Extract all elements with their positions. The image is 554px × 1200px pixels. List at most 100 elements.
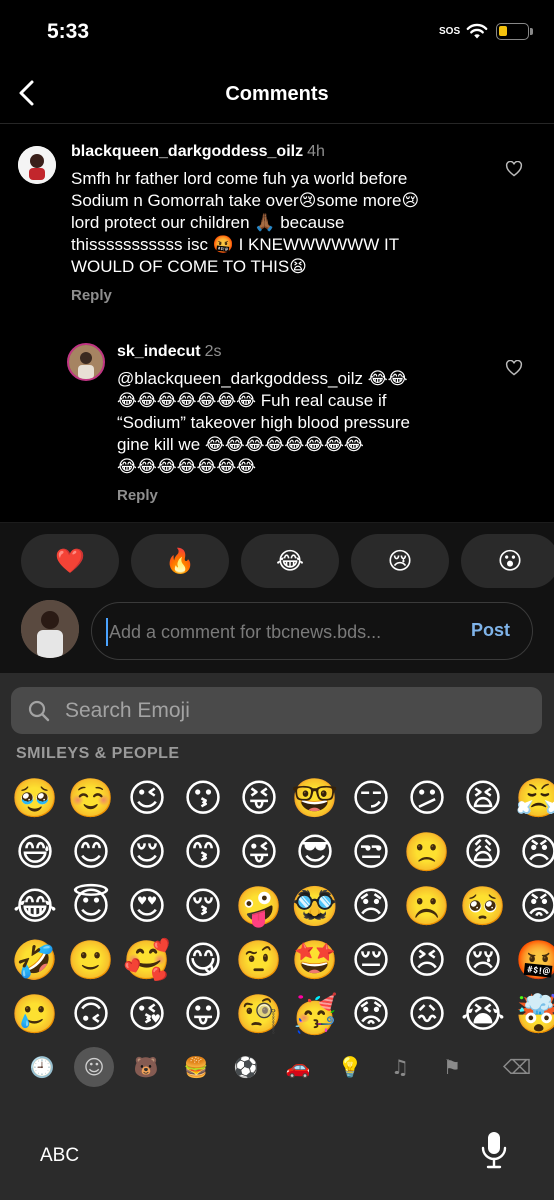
emoji-key[interactable]: 😕 (399, 771, 455, 825)
status-time: 5:33 (47, 20, 90, 43)
nav-bar: Comments (0, 62, 554, 124)
quick-reaction-laugh[interactable]: 😂 (241, 534, 339, 588)
like-heart-icon[interactable] (505, 360, 523, 376)
avatar[interactable] (18, 146, 56, 184)
quick-reaction-wow[interactable]: 😮 (461, 534, 554, 588)
comment-text: Smfh hr father lord come fuh ya world be… (71, 168, 491, 278)
emoji-key[interactable]: 😋 (175, 933, 231, 987)
animals-icon[interactable]: 🐻 (126, 1047, 166, 1087)
travel-icon[interactable]: 🚗 (278, 1047, 318, 1087)
emoji-key[interactable]: 🤨 (231, 933, 287, 987)
emoji-key[interactable]: 😍 (119, 879, 175, 933)
comment-timestamp: 4h (307, 143, 325, 160)
like-heart-icon[interactable] (505, 161, 523, 177)
comment-timestamp: 2s (204, 343, 222, 360)
emoji-key[interactable]: 😂 (7, 879, 63, 933)
emoji-key[interactable]: 😣 (399, 933, 455, 987)
emoji-key[interactable]: 🤩 (287, 933, 343, 987)
avatar-image (21, 600, 79, 658)
emoji-key[interactable]: 😤 (511, 771, 554, 825)
emoji-key[interactable]: 😫 (455, 771, 511, 825)
emoji-key[interactable]: 🤪 (231, 879, 287, 933)
emoji-key[interactable]: 🙃 (63, 987, 119, 1041)
emoji-key[interactable]: 😝 (231, 771, 287, 825)
emoji-key[interactable]: 😒 (343, 825, 399, 879)
emoji-key[interactable]: 😉 (119, 771, 175, 825)
emoji-key[interactable]: 😇 (63, 879, 119, 933)
emoji-key[interactable]: 😅 (7, 825, 63, 879)
emoji-key[interactable]: 🥺 (455, 879, 511, 933)
emoji-key[interactable]: 😩 (455, 825, 511, 879)
emoji-key[interactable]: 😎 (287, 825, 343, 879)
activity-icon[interactable]: ⚽ (226, 1047, 266, 1087)
emoji-key[interactable]: 😊 (63, 825, 119, 879)
emoji-key[interactable]: 🥸 (287, 879, 343, 933)
emoji-key[interactable]: 😘 (119, 987, 175, 1041)
avatar[interactable] (67, 343, 105, 381)
emoji-key[interactable]: ☹️ (399, 879, 455, 933)
emoji-key[interactable]: 😙 (175, 825, 231, 879)
reply-button[interactable]: Reply (117, 487, 158, 504)
backspace-icon[interactable]: ⌫ (497, 1047, 537, 1087)
emoji-key[interactable]: 🥹 (7, 771, 63, 825)
search-placeholder: Search Emoji (65, 699, 190, 722)
avatar-image (69, 345, 103, 379)
emoji-key[interactable]: 😞 (343, 879, 399, 933)
emoji-key[interactable]: 😖 (399, 987, 455, 1041)
emoji-key[interactable]: 😏 (343, 771, 399, 825)
emoji-key[interactable]: 😔 (343, 933, 399, 987)
emoji-key[interactable]: 😭 (455, 987, 511, 1041)
emoji-key[interactable]: 😠 (511, 825, 554, 879)
quick-reaction-heart[interactable]: ❤️ (21, 534, 119, 588)
emoji-key[interactable]: 😛 (175, 987, 231, 1041)
comment-username[interactable]: blackqueen_darkgoddess_oilz (71, 143, 303, 160)
objects-icon[interactable]: 💡 (330, 1047, 370, 1087)
emoji-key[interactable]: 😌 (119, 825, 175, 879)
comment-header: blackqueen_darkgoddess_oilz 4h (71, 143, 325, 161)
emoji-key[interactable]: 🧐 (231, 987, 287, 1041)
emoji-key[interactable]: 🥰 (119, 933, 175, 987)
quick-reaction-fire[interactable]: 🔥 (131, 534, 229, 588)
emoji-category-bar: 🕘 ☺ 🐻 🍔 ⚽ 🚗 💡 ♫ ⚑ ⌫ (0, 1043, 554, 1093)
avatar-image (18, 146, 56, 184)
comment-line: Sodium n Gomorrah take over😢some more😢 (71, 191, 420, 210)
comment-input[interactable] (109, 620, 429, 644)
food-icon[interactable]: 🍔 (176, 1047, 216, 1087)
flags-icon[interactable]: ⚑ (432, 1047, 472, 1087)
emoji-key[interactable]: 🥳 (287, 987, 343, 1041)
smileys-icon[interactable]: ☺ (74, 1047, 114, 1087)
comment-line: Smfh hr father lord come fuh ya world be… (71, 169, 408, 188)
emoji-key[interactable]: 😢 (455, 933, 511, 987)
current-user-avatar (21, 600, 79, 658)
comment-text: @blackqueen_darkgoddess_oilz 😂😂 😂😂😂😂😂😂😂 … (117, 368, 497, 478)
comment-line: gine kill we 😂😂😂😂😂😂😂😂 (117, 435, 364, 454)
reply-button[interactable]: Reply (71, 287, 112, 304)
symbols-icon[interactable]: ♫ (380, 1047, 420, 1087)
abc-key[interactable]: ABC (40, 1145, 79, 1167)
comment-username[interactable]: sk_indecut (117, 343, 201, 360)
quick-reaction-cry[interactable]: 😢 (351, 534, 449, 588)
microphone-icon[interactable] (480, 1130, 508, 1170)
recent-icon[interactable]: 🕘 (22, 1047, 62, 1087)
emoji-key[interactable]: 🤣 (7, 933, 63, 987)
emoji-key[interactable]: 🤓 (287, 771, 343, 825)
comment-line: “Sodium” takeover high blood pressure (117, 413, 410, 432)
post-button[interactable]: Post (471, 620, 510, 641)
emoji-key[interactable]: 😡 (511, 879, 554, 933)
emoji-key[interactable]: 😜 (231, 825, 287, 879)
emoji-search-field[interactable]: Search Emoji (11, 687, 542, 734)
emoji-key[interactable]: 😗 (175, 771, 231, 825)
emoji-key[interactable]: 🤬 (511, 933, 554, 987)
emoji-key[interactable]: 🙁 (399, 825, 455, 879)
comment-line: thisssssssssss isc 🤬 I KNEWWWWWW IT (71, 235, 400, 254)
emoji-key[interactable]: ☺️ (63, 771, 119, 825)
emoji-key[interactable]: 🙂 (63, 933, 119, 987)
battery-tip (530, 28, 533, 35)
emoji-key[interactable]: 😟 (343, 987, 399, 1041)
page-title: Comments (225, 83, 329, 105)
emoji-key[interactable]: 🥲 (7, 987, 63, 1041)
comment-header: sk_indecut 2s (117, 343, 222, 361)
comment-line: 😂😂😂😂😂😂😂 Fuh real cause if (117, 391, 387, 410)
emoji-key[interactable]: 😚 (175, 879, 231, 933)
emoji-key[interactable]: 🤯 (511, 987, 554, 1041)
